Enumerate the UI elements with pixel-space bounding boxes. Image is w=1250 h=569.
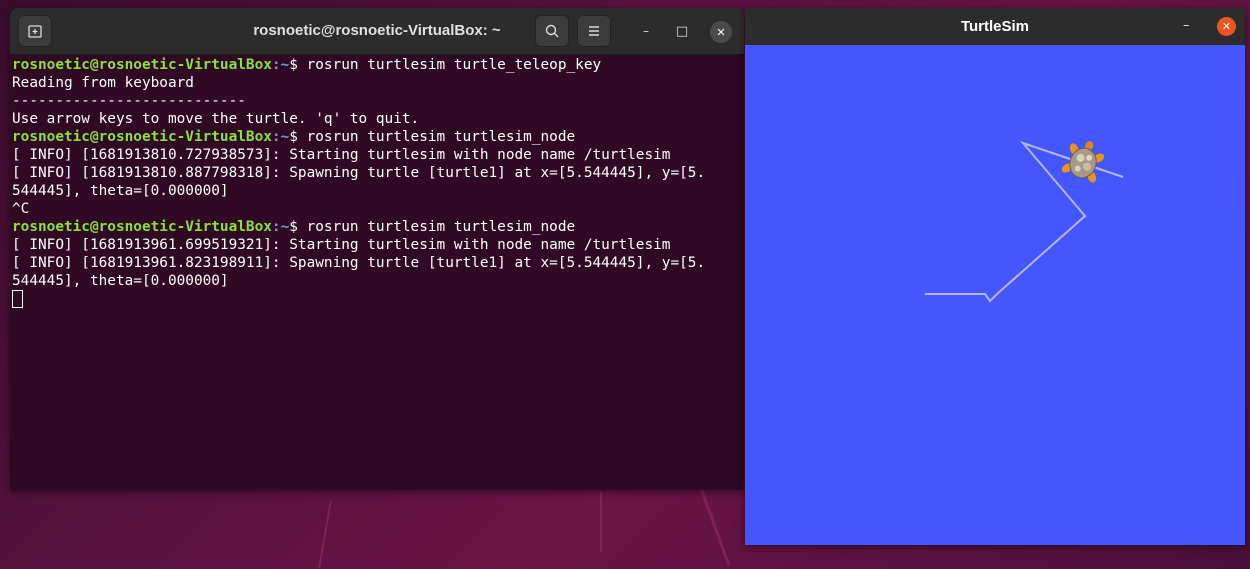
turtle-icon: [1061, 141, 1105, 183]
terminal-output-line: [ INFO] [1681913961.699519321]: Starting…: [12, 237, 671, 253]
prompt-user: rosnoetic@rosnoetic-VirtualBox: [12, 129, 272, 145]
terminal-output[interactable]: rosnoetic@rosnoetic-VirtualBox:~$ rosrun…: [12, 56, 734, 490]
search-button[interactable]: [535, 15, 569, 47]
close-icon: ✕: [716, 25, 726, 39]
terminal-prompt-line: rosnoetic@rosnoetic-VirtualBox:~$ rosrun…: [12, 56, 734, 74]
turtlesim-canvas[interactable]: [745, 45, 1245, 545]
turtlesim-minimize-button[interactable]: –: [1183, 18, 1190, 33]
prompt-user: rosnoetic@rosnoetic-VirtualBox: [12, 57, 272, 73]
terminal-output-line: ---------------------------: [12, 93, 246, 109]
prompt-command: $ rosrun turtlesim turtlesim_node: [289, 219, 576, 235]
minimize-button[interactable]: –: [638, 23, 654, 39]
search-icon: [545, 24, 559, 38]
turtlesim-window[interactable]: TurtleSim – ✕: [745, 8, 1245, 545]
terminal-titlebar[interactable]: rosnoetic@rosnoetic-VirtualBox: ~ – □ ✕: [10, 8, 744, 55]
terminal-prompt-line: rosnoetic@rosnoetic-VirtualBox:~$ rosrun…: [12, 218, 734, 236]
desktop-streak: [700, 488, 731, 566]
prompt-path: :~: [271, 129, 290, 145]
terminal-cursor-line: [12, 290, 734, 308]
turtlesim-title: TurtleSim: [960, 18, 1030, 35]
prompt-command: $ rosrun turtlesim turtle_teleop_key: [289, 57, 602, 73]
terminal-title: rosnoetic@rosnoetic-VirtualBox: ~: [253, 22, 501, 39]
terminal-output-line: [ INFO] [1681913810.727938573]: Starting…: [12, 147, 671, 163]
hamburger-menu-icon: [589, 26, 599, 36]
terminal-output-line: Reading from keyboard: [12, 75, 194, 91]
prompt-command: $ rosrun turtlesim turtlesim_node: [289, 129, 576, 145]
terminal-output-line: Use arrow keys to move the turtle. 'q' t…: [12, 111, 420, 127]
menu-button[interactable]: [577, 15, 611, 47]
prompt-path: :~: [271, 219, 290, 235]
maximize-button[interactable]: □: [674, 23, 690, 39]
terminal-scrollbar[interactable]: [736, 54, 744, 490]
turtlesim-close-button[interactable]: ✕: [1217, 17, 1236, 36]
text-cursor: [12, 290, 23, 308]
turtlesim-titlebar[interactable]: TurtleSim – ✕: [745, 8, 1245, 45]
terminal-output-line: [ INFO] [1681913810.887798318]: Spawning…: [12, 165, 706, 181]
close-button[interactable]: ✕: [710, 21, 732, 43]
terminal-output-line: 544445], theta=[0.000000]: [12, 273, 229, 289]
prompt-user: rosnoetic@rosnoetic-VirtualBox: [12, 219, 272, 235]
terminal-output-line: 544445], theta=[0.000000]: [12, 183, 229, 199]
terminal-output-line: ^C: [12, 201, 30, 217]
desktop-streak: [318, 500, 332, 569]
terminal-prompt-line: rosnoetic@rosnoetic-VirtualBox:~$ rosrun…: [12, 128, 734, 146]
terminal-output-line: [ INFO] [1681913961.823198911]: Spawning…: [12, 255, 706, 271]
close-icon: ✕: [1221, 20, 1232, 33]
terminal-window[interactable]: rosnoetic@rosnoetic-VirtualBox: ~ – □ ✕ …: [10, 8, 744, 490]
desktop-streak: [600, 492, 602, 552]
prompt-path: :~: [271, 57, 290, 73]
